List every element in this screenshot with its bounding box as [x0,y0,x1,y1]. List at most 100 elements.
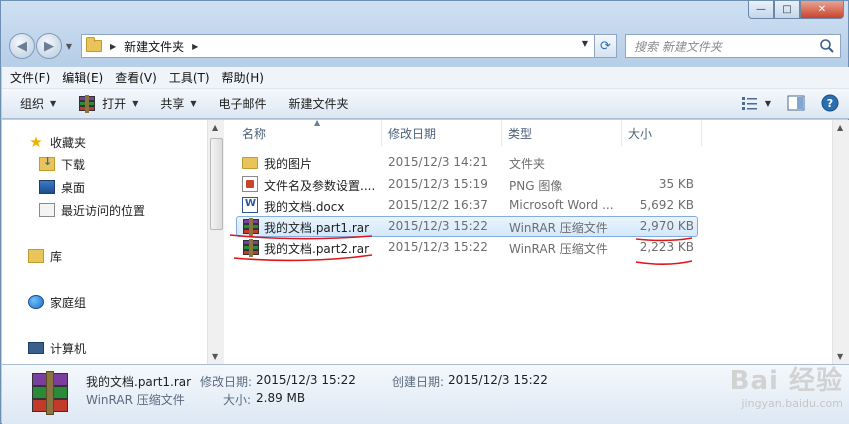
nav-label: 桌面 [61,180,86,195]
nav-item-libraries[interactable]: 库 [28,246,62,266]
file-row[interactable]: 我的文档.part2.rar 2015/12/3 15:22 WinRAR 压缩… [236,237,698,258]
forward-button[interactable]: ▶ [36,33,62,59]
search-input[interactable]: 搜索 新建文件夹 [625,34,841,58]
column-header-size[interactable]: 大小 [622,120,702,146]
file-type: Microsoft Word ... [509,198,614,212]
file-row[interactable]: 文件名及参数设置.... 2015/12/3 15:19 PNG 图像 35 K… [236,174,698,195]
file-name: 文件名及参数设置.... [264,179,376,193]
maximize-button[interactable]: □ [774,1,800,19]
details-filetype: WinRAR 压缩文件 [86,393,185,407]
file-name: 我的文档.part2.rar [264,242,370,256]
file-date: 2015/12/2 16:37 [388,198,488,212]
nav-item-desktop[interactable]: 桌面 [39,177,85,197]
breadcrumb-separator-icon[interactable]: ▶ [192,42,198,51]
nav-label: 库 [50,249,63,264]
nav-pane-scrollbar[interactable]: ▲ ▼ [207,120,224,364]
breadcrumb-separator-icon[interactable]: ▶ [110,42,116,51]
nav-label: 家庭组 [50,295,87,310]
close-button[interactable]: ✕ [800,1,844,19]
view-dropdown-icon[interactable]: ▼ [765,99,771,108]
search-placeholder: 搜索 新建文件夹 [634,39,722,54]
new-folder-label: 新建文件夹 [288,97,349,111]
address-bar[interactable]: ▶ 新建文件夹 ▶ ▼ [81,34,595,58]
address-dropdown-icon[interactable]: ▼ [582,39,588,48]
file-name: 我的文档.docx [264,200,345,214]
share-button[interactable]: 共享 ▼ [160,95,196,112]
share-label: 共享 [160,97,185,111]
preview-pane-icon[interactable] [787,95,805,111]
refresh-icon: ⟳ [600,38,611,54]
search-icon[interactable] [819,38,835,54]
scroll-up-icon[interactable]: ▲ [837,123,843,132]
menu-view[interactable]: 查看(V) [115,69,157,86]
view-options-icon[interactable] [741,95,759,111]
menu-help[interactable]: 帮助(H) [222,69,264,86]
column-size-label: 大小 [628,126,653,141]
word-icon [242,197,258,213]
back-arrow-icon: ◀ [17,38,27,54]
menu-edit[interactable]: 编辑(E) [62,69,103,86]
menu-file[interactable]: 文件(F) [10,69,50,86]
forward-arrow-icon: ▶ [44,38,54,54]
organize-button[interactable]: 组织 ▼ [20,95,56,112]
help-icon[interactable]: ? [821,94,839,112]
address-row: ◀ ▶ ▼ ▶ 新建文件夹 ▶ ▼ ⟳ 搜索 新建文件夹 [9,31,842,61]
file-name: 我的图片 [264,157,313,171]
details-filename: 我的文档.part1.rar [86,375,192,389]
winrar-icon [242,218,259,236]
nav-item-favorites[interactable]: ★ 收藏夹 [28,132,86,152]
recent-pages-dropdown[interactable]: ▼ [63,42,75,51]
recent-places-icon [39,203,55,217]
file-date: 2015/12/3 14:21 [388,155,488,169]
open-label: 打开 [102,97,127,111]
computer-icon [28,342,44,354]
email-button[interactable]: 电子邮件 [219,95,267,112]
file-row[interactable]: 我的文档.docx 2015/12/2 16:37 Microsoft Word… [236,195,698,216]
winrar-icon [78,94,96,113]
column-header-name[interactable]: 名称 ▲ [236,118,382,146]
file-type: PNG 图像 [509,179,563,193]
minimize-button[interactable]: — [748,1,774,19]
menu-bar: 文件(F) 编辑(E) 查看(V) 工具(T) 帮助(H) [2,67,849,89]
scroll-down-icon[interactable]: ▼ [212,352,218,361]
nav-item-computer[interactable]: 计算机 [28,338,86,358]
details-created-label: 创建日期: [392,375,445,389]
details-size-value: 2.89 MB [256,391,306,405]
winrar-large-icon [30,371,70,415]
back-button[interactable]: ◀ [9,33,35,59]
file-size: 2,970 KB [639,219,694,233]
column-header-date[interactable]: 修改日期 [382,120,502,146]
baidu-watermark: Bai 经验 jingyan.baidu.com [730,360,843,410]
file-row-selected[interactable]: 我的文档.part1.rar 2015/12/3 15:22 WinRAR 压缩… [236,216,698,237]
file-row[interactable]: 我的图片 2015/12/3 14:21 文件夹 [236,152,698,173]
scrollbar-thumb[interactable] [210,138,223,230]
explorer-window: — □ ✕ ◀ ▶ ▼ ▶ 新建文件夹 ▶ ▼ ⟳ 搜索 新建文件夹 文件(F)… [0,0,849,424]
file-date: 2015/12/3 15:22 [388,240,488,254]
nav-item-recent[interactable]: 最近访问的位置 [39,200,145,220]
chevron-down-icon: ▼ [132,99,139,108]
nav-item-downloads[interactable]: 下载 [39,154,85,174]
nav-label: 收藏夹 [50,135,87,150]
open-button[interactable]: 打开 ▼ [78,94,139,113]
refresh-button[interactable]: ⟳ [595,34,617,58]
file-date: 2015/12/3 15:22 [388,219,488,233]
new-folder-button[interactable]: 新建文件夹 [289,95,349,112]
view-controls: ▼ ? [741,94,839,112]
nav-item-homegroup[interactable]: 家庭组 [28,292,86,312]
winrar-icon [242,239,259,257]
file-list: 名称 ▲ 修改日期 类型 大小 我的图片 2015/12/3 14:21 文件夹 [224,118,849,364]
nav-label: 最近访问的位置 [61,203,146,218]
scroll-up-icon[interactable]: ▲ [212,123,218,132]
file-size: 35 KB [658,177,694,191]
download-folder-icon [39,155,55,171]
column-header-type[interactable]: 类型 [502,120,622,146]
details-modified-value: 2015/12/3 15:22 [256,373,356,387]
file-size: 2,223 KB [639,240,694,254]
file-size: 5,692 KB [639,198,694,212]
file-list-scrollbar[interactable]: ▲ ▼ [832,120,849,364]
breadcrumb-current[interactable]: 新建文件夹 [124,38,184,55]
menu-tools[interactable]: 工具(T) [169,69,210,86]
file-type: 文件夹 [509,157,546,171]
sort-ascending-icon: ▲ [314,118,321,127]
email-label: 电子邮件 [218,97,267,111]
